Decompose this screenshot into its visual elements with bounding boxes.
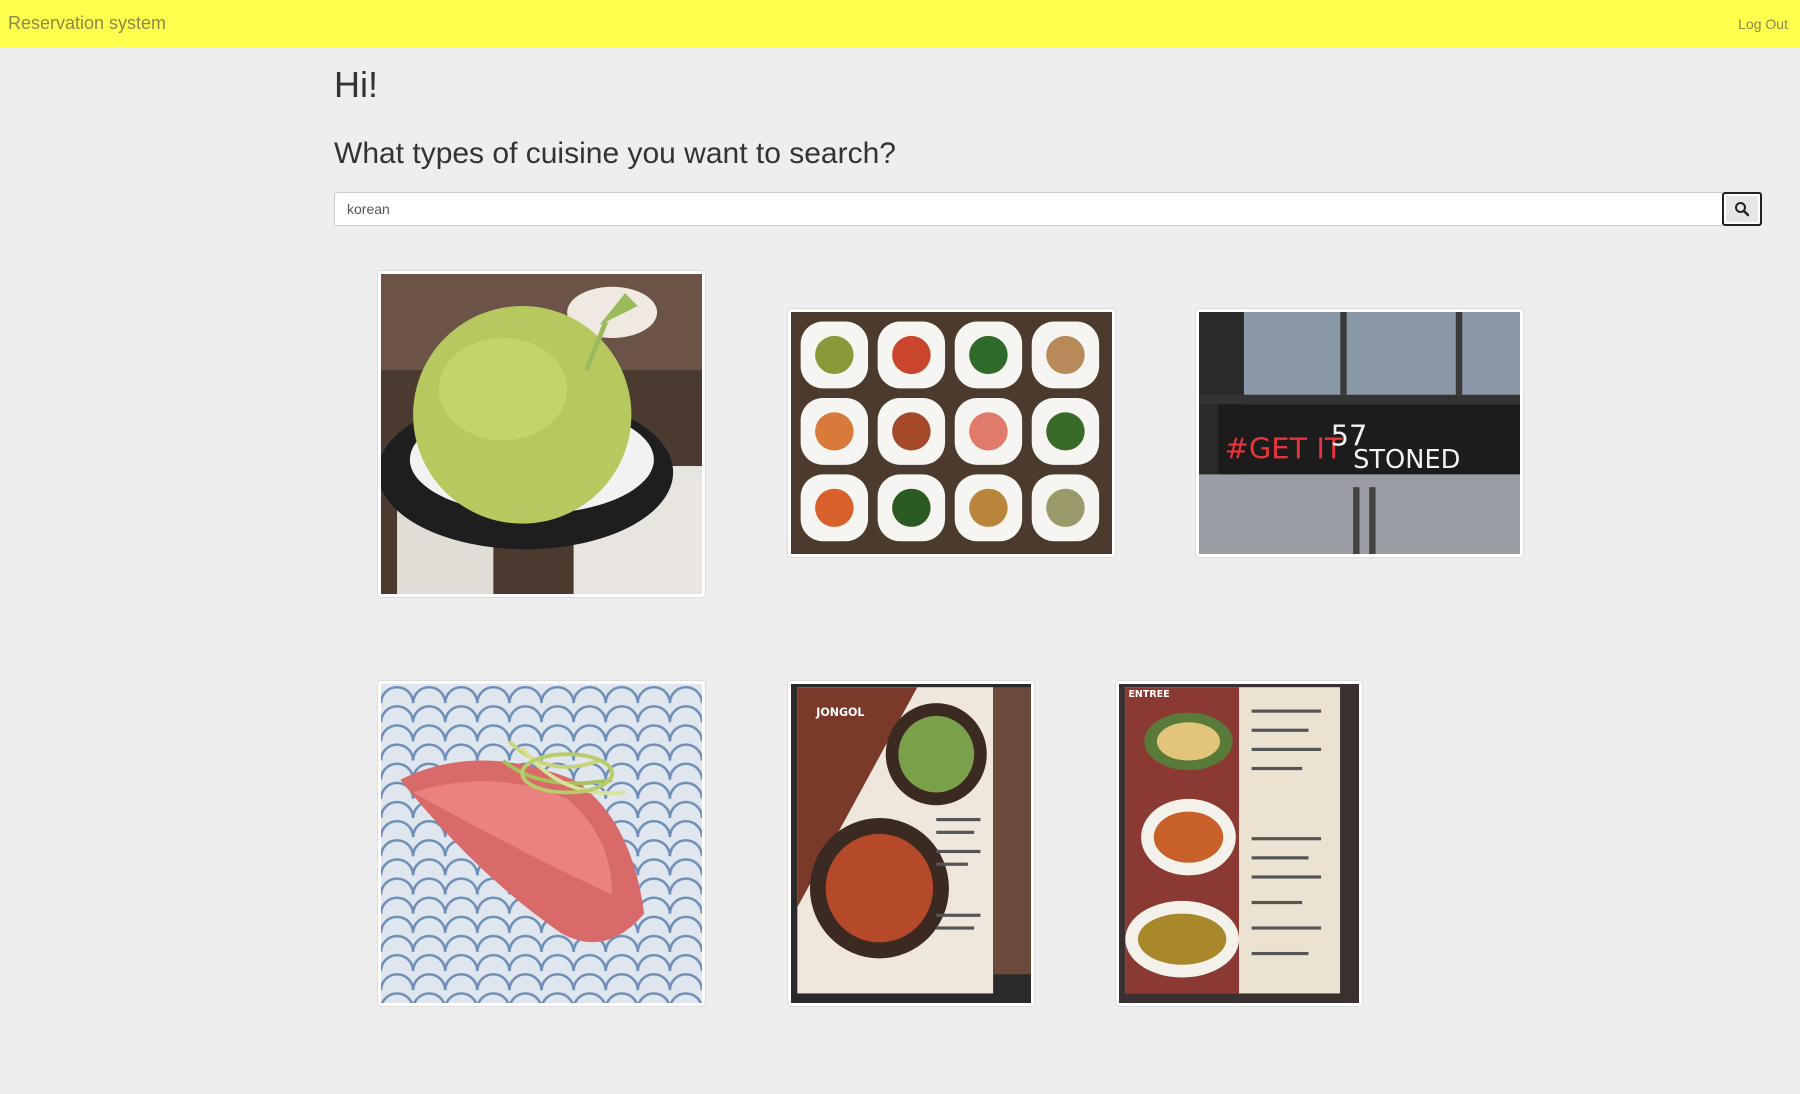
banchan-side-dishes-photo bbox=[791, 312, 1112, 554]
seared-fish-sushi-photo bbox=[381, 684, 702, 1003]
search-prompt-heading: What types of cuisine you want to search… bbox=[334, 137, 896, 170]
menu-right-header: ENTREE bbox=[1128, 689, 1169, 700]
result-image-2[interactable] bbox=[787, 308, 1116, 558]
entree-menu-page-photo: ENTREE bbox=[1119, 684, 1359, 1003]
melon-bingsu-photo bbox=[381, 274, 702, 594]
sign-word: STONED bbox=[1353, 445, 1460, 475]
logout-link[interactable]: Log Out bbox=[1738, 16, 1788, 32]
get-it-stoned-storefront-photo: #GET IT 57 STONED bbox=[1199, 312, 1520, 554]
jongol-menu-page-photo: JONGOL bbox=[791, 684, 1031, 1003]
search-button[interactable] bbox=[1722, 192, 1762, 226]
result-image-4[interactable] bbox=[377, 680, 706, 1007]
search-icon bbox=[1735, 202, 1750, 217]
menu-left-header: JONGOL bbox=[815, 706, 864, 719]
brand-link[interactable]: Reservation system bbox=[8, 13, 166, 34]
result-image-6[interactable]: ENTREE bbox=[1115, 680, 1363, 1007]
sign-hashtag: #GET IT bbox=[1225, 432, 1343, 466]
result-image-1[interactable] bbox=[377, 270, 706, 598]
cuisine-search-input[interactable] bbox=[334, 192, 1722, 226]
greeting-heading: Hi! bbox=[334, 64, 378, 105]
navbar: Reservation system Log Out bbox=[0, 0, 1800, 48]
result-image-5[interactable]: JONGOL bbox=[787, 680, 1035, 1007]
result-image-3[interactable]: #GET IT 57 STONED bbox=[1195, 308, 1524, 558]
